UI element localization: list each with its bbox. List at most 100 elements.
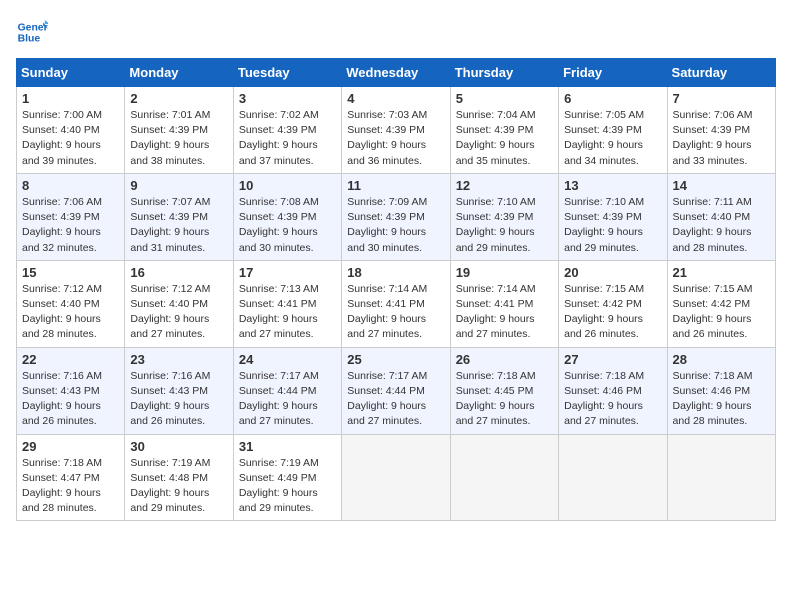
calendar-cell: 31 Sunrise: 7:19 AM Sunset: 4:49 PM Dayl… <box>233 434 341 521</box>
sunset-text: Sunset: 4:39 PM <box>347 211 425 223</box>
daylight-text: Daylight: 9 hours and 34 minutes. <box>564 139 643 166</box>
daylight-text: Daylight: 9 hours and 30 minutes. <box>239 226 318 253</box>
day-number: 17 <box>239 265 336 280</box>
svg-text:Blue: Blue <box>18 34 41 45</box>
day-number: 11 <box>347 178 444 193</box>
day-info: Sunrise: 7:00 AM Sunset: 4:40 PM Dayligh… <box>22 108 119 169</box>
day-number: 22 <box>22 352 119 367</box>
daylight-text: Daylight: 9 hours and 27 minutes. <box>347 313 426 340</box>
sunset-text: Sunset: 4:40 PM <box>22 124 100 136</box>
calendar-cell: 21 Sunrise: 7:15 AM Sunset: 4:42 PM Dayl… <box>667 260 775 347</box>
page-header: General Blue <box>16 16 776 48</box>
calendar-cell: 6 Sunrise: 7:05 AM Sunset: 4:39 PM Dayli… <box>559 87 667 174</box>
day-number: 31 <box>239 439 336 454</box>
daylight-text: Daylight: 9 hours and 26 minutes. <box>673 313 752 340</box>
sunset-text: Sunset: 4:41 PM <box>456 298 534 310</box>
sunset-text: Sunset: 4:45 PM <box>456 385 534 397</box>
sunset-text: Sunset: 4:40 PM <box>22 298 100 310</box>
calendar-cell: 2 Sunrise: 7:01 AM Sunset: 4:39 PM Dayli… <box>125 87 233 174</box>
calendar-cell: 13 Sunrise: 7:10 AM Sunset: 4:39 PM Dayl… <box>559 173 667 260</box>
daylight-text: Daylight: 9 hours and 39 minutes. <box>22 139 101 166</box>
day-info: Sunrise: 7:02 AM Sunset: 4:39 PM Dayligh… <box>239 108 336 169</box>
daylight-text: Daylight: 9 hours and 27 minutes. <box>239 313 318 340</box>
day-info: Sunrise: 7:08 AM Sunset: 4:39 PM Dayligh… <box>239 195 336 256</box>
day-number: 1 <box>22 91 119 106</box>
daylight-text: Daylight: 9 hours and 29 minutes. <box>239 487 318 514</box>
day-number: 27 <box>564 352 661 367</box>
day-info: Sunrise: 7:16 AM Sunset: 4:43 PM Dayligh… <box>130 369 227 430</box>
day-number: 13 <box>564 178 661 193</box>
sunrise-text: Sunrise: 7:02 AM <box>239 109 319 121</box>
calendar-cell: 5 Sunrise: 7:04 AM Sunset: 4:39 PM Dayli… <box>450 87 558 174</box>
calendar-cell: 7 Sunrise: 7:06 AM Sunset: 4:39 PM Dayli… <box>667 87 775 174</box>
day-info: Sunrise: 7:19 AM Sunset: 4:48 PM Dayligh… <box>130 456 227 517</box>
day-number: 8 <box>22 178 119 193</box>
day-info: Sunrise: 7:03 AM Sunset: 4:39 PM Dayligh… <box>347 108 444 169</box>
calendar-cell: 27 Sunrise: 7:18 AM Sunset: 4:46 PM Dayl… <box>559 347 667 434</box>
sunrise-text: Sunrise: 7:09 AM <box>347 196 427 208</box>
day-info: Sunrise: 7:18 AM Sunset: 4:45 PM Dayligh… <box>456 369 553 430</box>
calendar-cell <box>667 434 775 521</box>
sunset-text: Sunset: 4:44 PM <box>239 385 317 397</box>
calendar-cell: 28 Sunrise: 7:18 AM Sunset: 4:46 PM Dayl… <box>667 347 775 434</box>
sunset-text: Sunset: 4:39 PM <box>239 124 317 136</box>
sunrise-text: Sunrise: 7:07 AM <box>130 196 210 208</box>
day-number: 10 <box>239 178 336 193</box>
sunset-text: Sunset: 4:39 PM <box>564 124 642 136</box>
day-info: Sunrise: 7:18 AM Sunset: 4:46 PM Dayligh… <box>564 369 661 430</box>
day-info: Sunrise: 7:11 AM Sunset: 4:40 PM Dayligh… <box>673 195 770 256</box>
calendar-table: SundayMondayTuesdayWednesdayThursdayFrid… <box>16 58 776 521</box>
daylight-text: Daylight: 9 hours and 35 minutes. <box>456 139 535 166</box>
sunrise-text: Sunrise: 7:10 AM <box>456 196 536 208</box>
day-info: Sunrise: 7:16 AM Sunset: 4:43 PM Dayligh… <box>22 369 119 430</box>
week-row-4: 22 Sunrise: 7:16 AM Sunset: 4:43 PM Dayl… <box>17 347 776 434</box>
sunrise-text: Sunrise: 7:16 AM <box>130 370 210 382</box>
sunrise-text: Sunrise: 7:06 AM <box>22 196 102 208</box>
calendar-cell: 25 Sunrise: 7:17 AM Sunset: 4:44 PM Dayl… <box>342 347 450 434</box>
day-number: 4 <box>347 91 444 106</box>
day-number: 18 <box>347 265 444 280</box>
week-row-1: 1 Sunrise: 7:00 AM Sunset: 4:40 PM Dayli… <box>17 87 776 174</box>
daylight-text: Daylight: 9 hours and 36 minutes. <box>347 139 426 166</box>
logo-icon: General Blue <box>16 16 48 48</box>
sunset-text: Sunset: 4:39 PM <box>239 211 317 223</box>
sunrise-text: Sunrise: 7:17 AM <box>239 370 319 382</box>
logo: General Blue <box>16 16 48 48</box>
calendar-cell: 12 Sunrise: 7:10 AM Sunset: 4:39 PM Dayl… <box>450 173 558 260</box>
day-number: 20 <box>564 265 661 280</box>
sunrise-text: Sunrise: 7:15 AM <box>673 283 753 295</box>
sunset-text: Sunset: 4:39 PM <box>347 124 425 136</box>
sunset-text: Sunset: 4:48 PM <box>130 472 208 484</box>
sunrise-text: Sunrise: 7:10 AM <box>564 196 644 208</box>
day-number: 9 <box>130 178 227 193</box>
day-info: Sunrise: 7:17 AM Sunset: 4:44 PM Dayligh… <box>239 369 336 430</box>
col-header-tuesday: Tuesday <box>233 59 341 87</box>
sunset-text: Sunset: 4:39 PM <box>130 211 208 223</box>
sunrise-text: Sunrise: 7:00 AM <box>22 109 102 121</box>
sunset-text: Sunset: 4:39 PM <box>130 124 208 136</box>
daylight-text: Daylight: 9 hours and 33 minutes. <box>673 139 752 166</box>
day-info: Sunrise: 7:17 AM Sunset: 4:44 PM Dayligh… <box>347 369 444 430</box>
daylight-text: Daylight: 9 hours and 28 minutes. <box>22 487 101 514</box>
calendar-cell: 9 Sunrise: 7:07 AM Sunset: 4:39 PM Dayli… <box>125 173 233 260</box>
calendar-cell: 8 Sunrise: 7:06 AM Sunset: 4:39 PM Dayli… <box>17 173 125 260</box>
day-info: Sunrise: 7:13 AM Sunset: 4:41 PM Dayligh… <box>239 282 336 343</box>
calendar-cell: 10 Sunrise: 7:08 AM Sunset: 4:39 PM Dayl… <box>233 173 341 260</box>
daylight-text: Daylight: 9 hours and 28 minutes. <box>22 313 101 340</box>
day-number: 3 <box>239 91 336 106</box>
sunset-text: Sunset: 4:40 PM <box>130 298 208 310</box>
col-header-sunday: Sunday <box>17 59 125 87</box>
sunrise-text: Sunrise: 7:16 AM <box>22 370 102 382</box>
day-number: 5 <box>456 91 553 106</box>
day-info: Sunrise: 7:05 AM Sunset: 4:39 PM Dayligh… <box>564 108 661 169</box>
sunrise-text: Sunrise: 7:14 AM <box>347 283 427 295</box>
daylight-text: Daylight: 9 hours and 29 minutes. <box>130 487 209 514</box>
col-header-saturday: Saturday <box>667 59 775 87</box>
calendar-cell: 17 Sunrise: 7:13 AM Sunset: 4:41 PM Dayl… <box>233 260 341 347</box>
calendar-cell: 1 Sunrise: 7:00 AM Sunset: 4:40 PM Dayli… <box>17 87 125 174</box>
col-header-wednesday: Wednesday <box>342 59 450 87</box>
daylight-text: Daylight: 9 hours and 26 minutes. <box>22 400 101 427</box>
sunset-text: Sunset: 4:43 PM <box>130 385 208 397</box>
sunrise-text: Sunrise: 7:12 AM <box>130 283 210 295</box>
daylight-text: Daylight: 9 hours and 27 minutes. <box>239 400 318 427</box>
